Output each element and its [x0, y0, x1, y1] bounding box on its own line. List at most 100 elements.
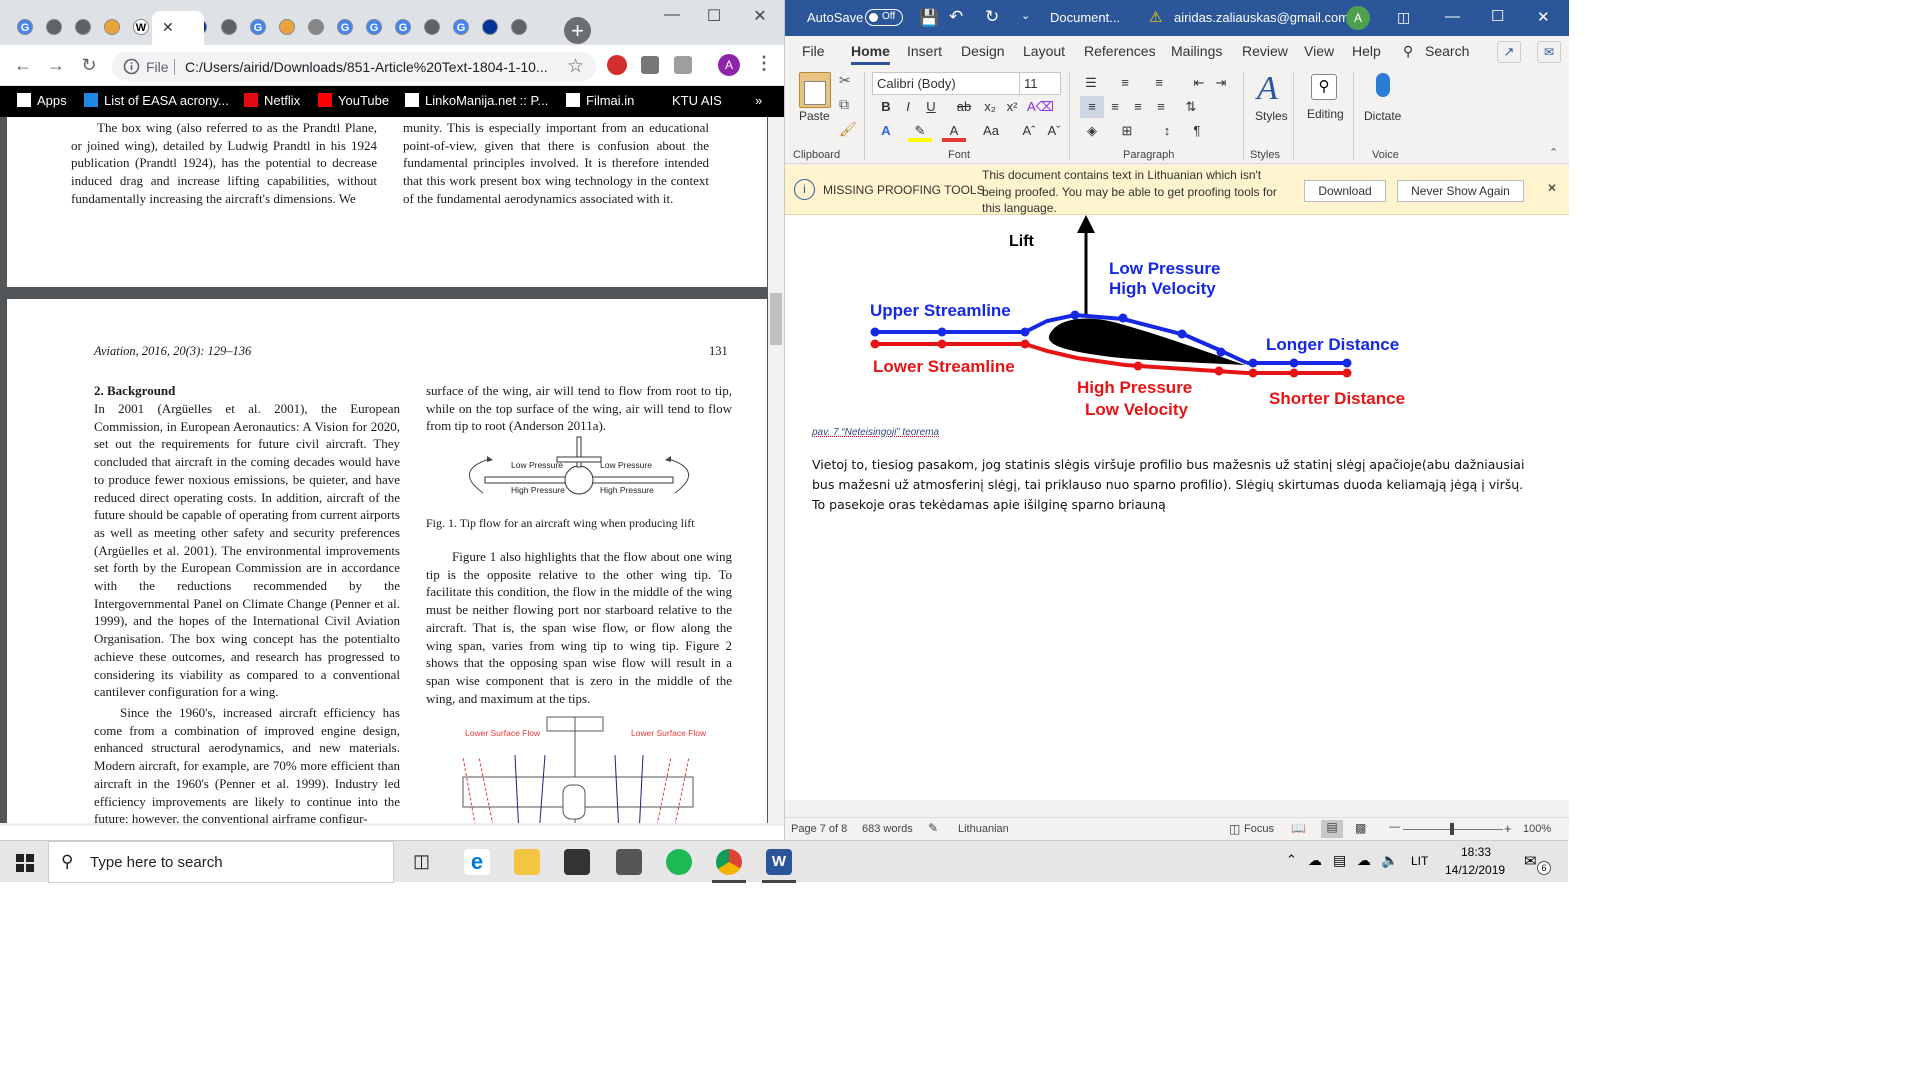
tab-globe-icon[interactable]: [218, 16, 240, 38]
align-right-icon[interactable]: ≡: [1126, 96, 1150, 118]
bookmark-item[interactable]: KTU AIS: [672, 92, 722, 110]
extension-icon[interactable]: [641, 56, 659, 74]
shrink-font-icon[interactable]: Aˇ: [1042, 120, 1066, 142]
editing-button[interactable]: Editing: [1307, 107, 1344, 121]
tab-pdf-image-icon[interactable]: [305, 16, 327, 38]
bookmark-item[interactable]: YouTube: [318, 92, 389, 110]
bookmark-item[interactable]: Netflix: [244, 92, 300, 110]
show-formatting-icon[interactable]: ¶: [1185, 120, 1209, 142]
taskbar-search[interactable]: ⚲ Type here to search: [48, 841, 394, 883]
close-tab-icon[interactable]: ✕: [162, 19, 174, 36]
spotify-icon[interactable]: [666, 849, 692, 875]
file-explorer-icon[interactable]: [514, 849, 540, 875]
redo-icon[interactable]: ↻: [985, 7, 999, 27]
find-icon[interactable]: ⚲: [1311, 74, 1337, 100]
close-icon[interactable]: ✕: [1537, 8, 1550, 26]
share-icon[interactable]: ↗: [1497, 41, 1521, 63]
collapse-ribbon-icon[interactable]: ⌃: [1549, 146, 1558, 159]
page-counter[interactable]: Page 7 of 8: [791, 823, 847, 835]
tab-globe-icon[interactable]: [421, 16, 443, 38]
volume-icon[interactable]: 🔈: [1381, 852, 1398, 869]
wifi-icon[interactable]: ☁: [1357, 852, 1371, 869]
task-view-icon[interactable]: ◫: [413, 851, 430, 872]
tab-google-icon[interactable]: G: [363, 16, 385, 38]
line-spacing-icon[interactable]: ⇅: [1179, 96, 1203, 118]
search-label[interactable]: Search: [1425, 43, 1469, 59]
menu-kebab-icon[interactable]: ⋮: [755, 53, 773, 74]
styles-icon[interactable]: A: [1257, 70, 1278, 108]
focus-icon[interactable]: ◫: [1229, 822, 1240, 836]
tab-globe-icon[interactable]: [43, 16, 65, 38]
bookmark-item[interactable]: Filmai.in: [566, 92, 634, 110]
tab-eu-flag-icon[interactable]: [479, 16, 501, 38]
bookmark-item[interactable]: LinkoManija.net :: P...: [405, 92, 548, 110]
zoom-in-icon[interactable]: +: [1504, 821, 1512, 836]
word-icon[interactable]: W: [766, 849, 792, 875]
text-effects-icon[interactable]: A: [874, 120, 898, 142]
read-mode-icon[interactable]: 📖: [1291, 821, 1306, 835]
sort-icon[interactable]: ↕: [1155, 120, 1179, 142]
tab-google-icon[interactable]: G: [334, 16, 356, 38]
network-icon[interactable]: ▤: [1333, 852, 1346, 869]
paste-button[interactable]: Paste: [799, 109, 830, 123]
copy-icon[interactable]: ⧉: [839, 96, 849, 113]
tab-google-icon[interactable]: G: [450, 16, 472, 38]
bold-icon[interactable]: B: [874, 96, 898, 118]
chevron-up-icon[interactable]: ⌃: [1286, 852, 1297, 868]
tab-globe-icon[interactable]: [72, 16, 94, 38]
clock-date[interactable]: 14/12/2019: [1445, 863, 1505, 877]
superscript-icon[interactable]: x²: [1000, 96, 1024, 118]
maximize-icon[interactable]: ☐: [1491, 7, 1504, 25]
bookmarks-overflow-icon[interactable]: »: [755, 92, 762, 110]
subscript-icon[interactable]: x₂: [978, 96, 1002, 118]
extension-icon[interactable]: [674, 56, 692, 74]
focus-button[interactable]: Focus: [1244, 823, 1274, 835]
scroll-thumb[interactable]: [770, 293, 782, 345]
shading-icon[interactable]: ◈: [1080, 120, 1104, 142]
increase-indent-icon[interactable]: ⇥: [1209, 72, 1233, 94]
numbering-icon[interactable]: ≡: [1113, 72, 1137, 94]
zoom-out-icon[interactable]: —: [1389, 821, 1400, 833]
web-layout-icon[interactable]: ▩: [1355, 821, 1366, 835]
minimize-icon[interactable]: —: [1445, 8, 1460, 25]
info-icon[interactable]: [123, 58, 140, 75]
ribbon-tab-references[interactable]: References: [1084, 43, 1156, 59]
font-size-select[interactable]: 11: [1019, 72, 1061, 95]
language-indicator[interactable]: LIT: [1411, 854, 1428, 868]
forward-icon[interactable]: →: [45, 54, 67, 76]
mail-icon[interactable]: [616, 849, 642, 875]
search-placeholder[interactable]: Type here to search: [90, 854, 223, 871]
language-indicator[interactable]: Lithuanian: [958, 823, 1009, 835]
bookmark-star-icon[interactable]: ☆: [567, 55, 584, 78]
align-center-icon[interactable]: ≡: [1103, 96, 1127, 118]
highlight-icon[interactable]: ✎: [908, 120, 932, 142]
ribbon-tab-mailings[interactable]: Mailings: [1171, 43, 1222, 59]
font-color-icon[interactable]: A: [942, 120, 966, 142]
download-button[interactable]: Download: [1304, 180, 1386, 202]
dictate-button[interactable]: Dictate: [1364, 109, 1401, 123]
body-paragraph[interactable]: Vietoj to, tiesiog pasakom, jog statinis…: [812, 455, 1532, 515]
bookmark-item[interactable]: Apps: [17, 92, 67, 110]
zoom-level[interactable]: 100%: [1523, 823, 1551, 835]
save-icon[interactable]: 💾: [919, 8, 939, 28]
close-icon[interactable]: ✕: [744, 6, 776, 26]
ribbon-tab-home[interactable]: Home: [851, 43, 890, 65]
cut-icon[interactable]: ✂: [839, 72, 851, 89]
change-case-icon[interactable]: Aa: [979, 120, 1003, 142]
search-icon[interactable]: ⚲: [1403, 43, 1413, 60]
ribbon-tab-file[interactable]: File: [802, 43, 825, 59]
close-icon[interactable]: ✕: [1547, 181, 1557, 195]
justify-icon[interactable]: ≡: [1149, 96, 1173, 118]
tab-google-icon[interactable]: G: [247, 16, 269, 38]
undo-icon[interactable]: ↶: [949, 7, 963, 27]
tab-wikipedia-icon[interactable]: W: [130, 16, 152, 38]
active-tab[interactable]: ✕: [152, 11, 204, 45]
reload-icon[interactable]: ↻: [78, 54, 100, 76]
chrome-icon[interactable]: [716, 849, 742, 875]
format-painter-icon[interactable]: 🖌: [839, 121, 857, 138]
new-tab-button[interactable]: +: [564, 17, 591, 44]
address-bar[interactable]: File C:/Users/airid/Downloads/851-Articl…: [112, 52, 596, 81]
account-avatar[interactable]: A: [1346, 6, 1370, 30]
store-icon[interactable]: [564, 849, 590, 875]
notifications-icon[interactable]: ✉: [1524, 852, 1537, 870]
